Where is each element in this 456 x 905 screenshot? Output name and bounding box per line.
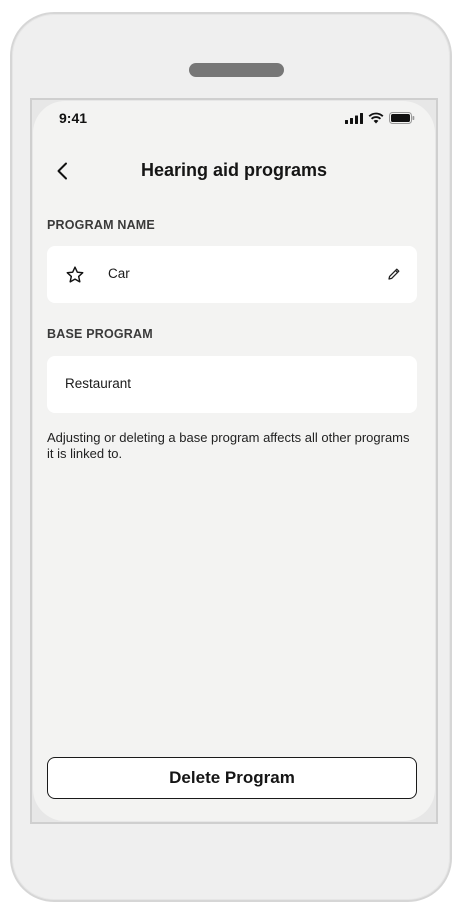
program-name-label: PROGRAM NAME xyxy=(47,218,155,232)
signal-icon xyxy=(345,112,363,124)
nav-bar: Hearing aid programs xyxy=(33,151,435,191)
page-title: Hearing aid programs xyxy=(140,160,328,180)
pencil-icon[interactable] xyxy=(387,267,401,281)
status-time: 9:41 xyxy=(59,110,88,126)
app-screen: 9:41 Hearing aid programs PROGRAM NAME C… xyxy=(33,101,435,821)
base-program-value: Restaurant xyxy=(65,376,132,391)
status-bar: 9:41 xyxy=(33,101,435,141)
base-program-field[interactable]: Restaurant xyxy=(47,356,417,413)
program-name-value: Car xyxy=(108,266,130,281)
star-outline-icon xyxy=(66,266,84,283)
phone-speaker xyxy=(189,63,284,77)
delete-program-button[interactable]: Delete Program xyxy=(47,757,417,799)
status-icons xyxy=(345,111,415,125)
base-program-info-text: Adjusting or deleting a base program aff… xyxy=(47,430,410,461)
program-name-field[interactable]: Car xyxy=(47,246,417,303)
base-program-label: BASE PROGRAM xyxy=(47,327,153,341)
wifi-icon xyxy=(368,112,384,124)
battery-icon xyxy=(389,112,415,124)
